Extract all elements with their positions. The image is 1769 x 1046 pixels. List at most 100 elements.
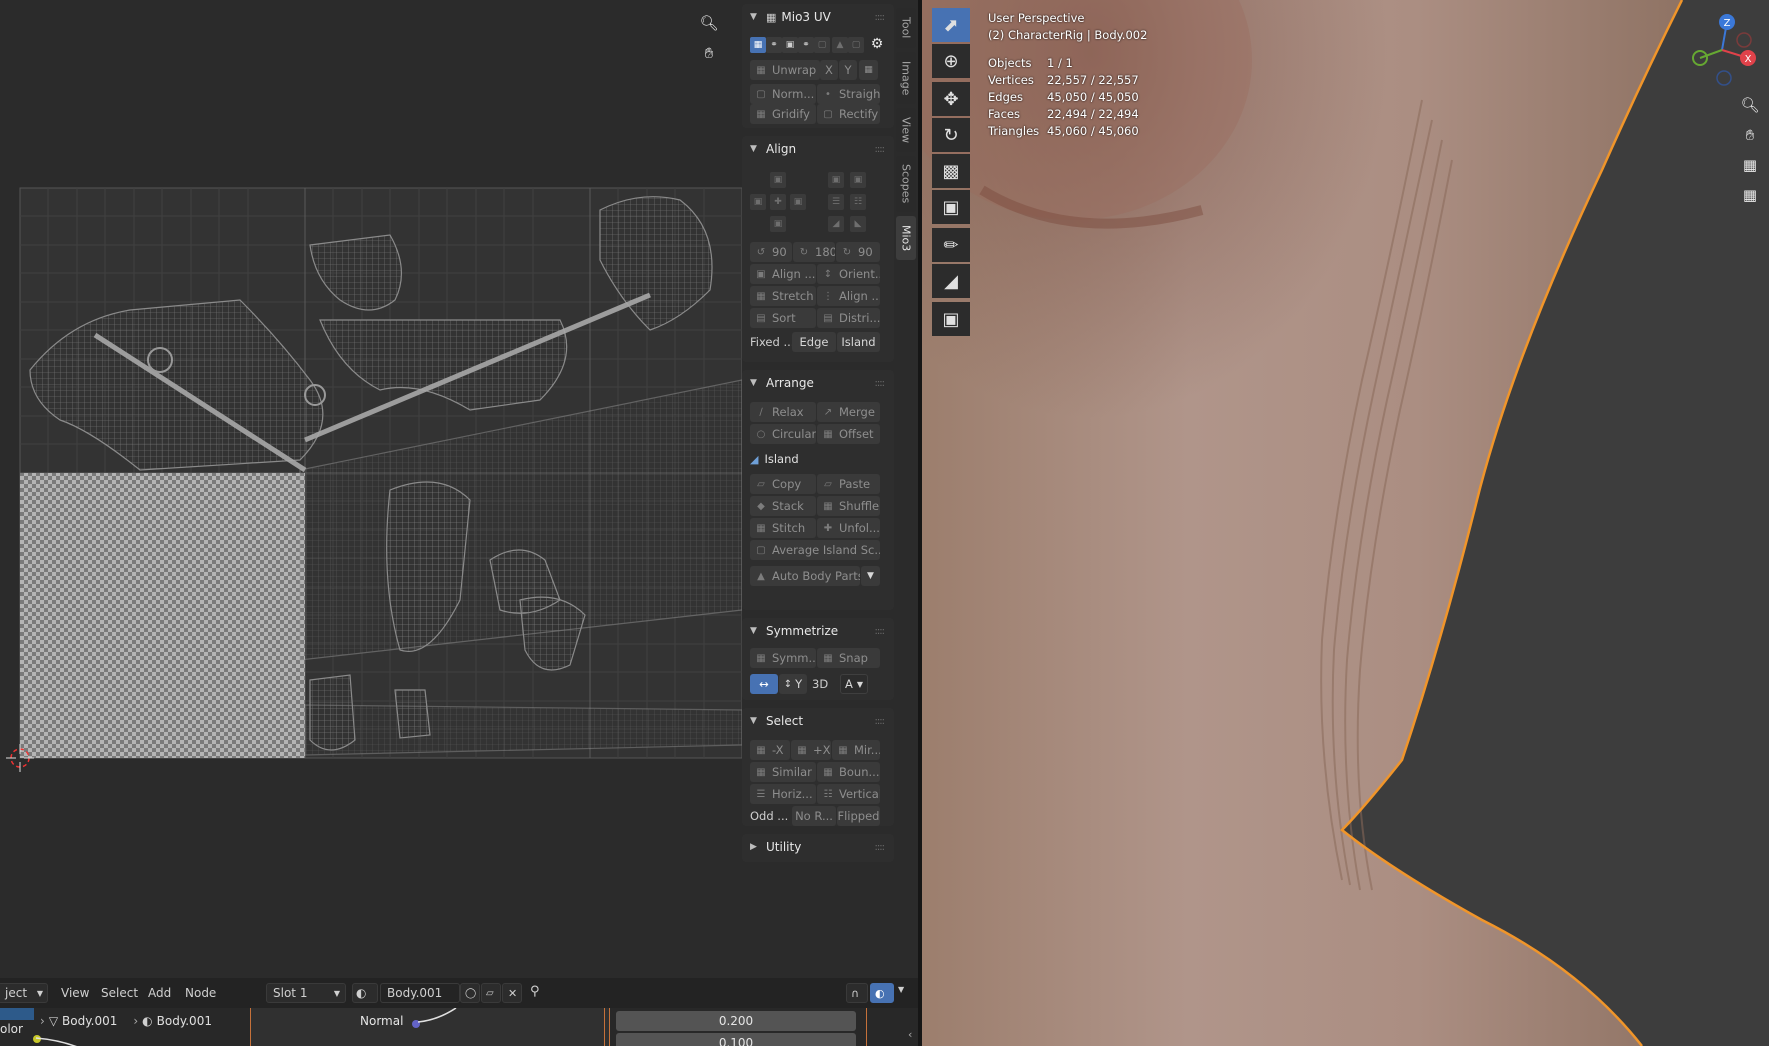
tab-tool[interactable]: Tool (896, 8, 916, 48)
align2-button[interactable]: ⋮ Align ... (817, 286, 880, 306)
paste-button[interactable]: ▱ Paste (817, 474, 880, 494)
select-no-region-button[interactable]: No R... (792, 806, 836, 826)
pin-icon[interactable]: ⚲ (530, 984, 540, 999)
unwrap-y-button[interactable]: Y (839, 60, 857, 80)
3d-viewport[interactable]: ⬈ ⊕ ✥ ↻ ▩ ▣ ✏ ◢ ▣ User Perspective (2) C… (922, 0, 1769, 1046)
select-pos-x-button[interactable]: ▦ +X (791, 740, 831, 760)
move-tool-icon[interactable]: ✥ (932, 82, 970, 116)
tab-scopes[interactable]: Scopes (896, 156, 916, 212)
align-button[interactable]: ▣ Align ... (750, 264, 816, 284)
menu-select[interactable]: Select (101, 986, 138, 1000)
symmetry-y-toggle[interactable]: ↕ Y (779, 674, 807, 694)
select-neg-x-button[interactable]: ▦ -X (750, 740, 790, 760)
copy-button[interactable]: ▱ Copy (750, 474, 816, 494)
straight-button[interactable]: •Straight (817, 84, 880, 104)
link-icon[interactable]: ⚭ (766, 37, 782, 53)
mirror-right-icon[interactable]: ◣ (850, 216, 866, 232)
uv-mode-icon[interactable]: ▢ (814, 37, 830, 53)
align-top-icon[interactable]: ▣ (770, 172, 786, 188)
snap-button[interactable]: ▦ Snap (817, 648, 880, 668)
rotate-180-button[interactable]: ↻ 180 (793, 242, 835, 262)
mirror-left-icon[interactable]: ◢ (828, 216, 844, 232)
circular-button[interactable]: ○ Circular (750, 424, 816, 444)
snap-magnet-icon[interactable]: ∩ (846, 983, 868, 1003)
unfold-button[interactable]: ✚ Unfol... (817, 518, 880, 538)
uv-canvas[interactable] (0, 0, 742, 978)
gizmo-neg-x-axis[interactable] (1736, 32, 1752, 48)
select-mirror-button[interactable]: ▦ Mir... (832, 740, 880, 760)
select-flipped-button[interactable]: Flipped (837, 806, 880, 826)
auto-body-parts-dropdown[interactable]: ▼ (861, 566, 880, 586)
duplicate-material-icon[interactable]: ▱ (481, 983, 501, 1003)
norm-button[interactable]: ▢ Norm... (750, 84, 816, 104)
select-box-tool-icon[interactable]: ⬈ (932, 8, 970, 42)
grip-icon[interactable]: :::: (875, 12, 886, 23)
breadcrumb-object[interactable]: Body.001 (62, 1014, 117, 1028)
average-island-scale-button[interactable]: ▢ Average Island Sc... (750, 540, 880, 560)
distribute-v-icon[interactable]: ▣ (828, 172, 844, 188)
grip-icon[interactable]: :::: (875, 716, 886, 727)
rotate-ccw-90-button[interactable]: ↺ 90 (750, 242, 792, 262)
panel-select-header[interactable]: ▼ Select :::: (742, 708, 894, 734)
align-center-icon[interactable]: ✚ (770, 194, 786, 210)
menu-node[interactable]: Node (185, 986, 216, 1000)
align-left-icon[interactable]: ▣ (750, 194, 766, 210)
tab-image[interactable]: Image (896, 52, 916, 104)
align-lines-v-icon[interactable]: ☷ (850, 194, 866, 210)
gizmo-neg-z-axis[interactable] (1716, 70, 1732, 86)
camera-icon[interactable]: ▦ (1737, 152, 1763, 178)
value-field-1[interactable]: 0.200 (616, 1011, 856, 1031)
panel-mio3uv-header[interactable]: ▼ ▦ Mio3 UV :::: (742, 4, 894, 30)
island-select-icon[interactable]: ▣ (782, 37, 798, 53)
align-right-icon[interactable]: ▣ (790, 194, 806, 210)
overlay-toggle-icon[interactable]: ◐ (870, 983, 894, 1003)
distribute-button[interactable]: ▤ Distri... (817, 308, 880, 328)
breadcrumb-material[interactable]: Body.001 (157, 1014, 212, 1028)
node-editor-canvas[interactable]: olor › ▽ Body.001 › ◐ Body.001 Normal 0.… (0, 1008, 918, 1046)
symmetry-axis-dropdown[interactable]: A ▼ (840, 674, 868, 694)
stack-button[interactable]: ◆ Stack (750, 496, 816, 516)
grip-icon[interactable]: :::: (875, 842, 886, 853)
chevron-left-icon[interactable]: ‹ (908, 1028, 912, 1041)
auto-body-parts-button[interactable]: ▲ Auto Body Parts (750, 566, 860, 586)
symmetry-x-toggle[interactable]: ↔ (750, 674, 778, 694)
distribute-h-icon[interactable]: ▣ (850, 172, 866, 188)
stretch-button[interactable]: ▦ Stretch (750, 286, 816, 306)
fixed-island-button[interactable]: Island (837, 332, 880, 352)
slot-dropdown[interactable]: Slot 1 ▼ (266, 983, 346, 1003)
rotate-cw-90-button[interactable]: ↻ 90 (836, 242, 880, 262)
orient-button[interactable]: ↕Orient... (817, 264, 880, 284)
rotate-tool-icon[interactable]: ↻ (932, 118, 970, 152)
zoom-in-icon[interactable]: 🔍︎ (696, 10, 722, 36)
gridify-button[interactable]: ▦ Gridify (750, 104, 816, 124)
rectify-button[interactable]: ▢ Rectify (817, 104, 880, 124)
menu-add[interactable]: Add (148, 986, 171, 1000)
grid-perspective-icon[interactable]: ▦ (1737, 182, 1763, 208)
scale-tool-icon[interactable]: ▩ (932, 154, 970, 188)
box-icon[interactable]: ▢ (848, 37, 864, 53)
object-mode-dropdown[interactable]: ject ▼ (0, 983, 48, 1003)
material-browse-button[interactable]: ◐ (352, 983, 378, 1003)
hand-pan-icon[interactable]: ✋︎ (1737, 122, 1763, 148)
stitch-button[interactable]: ▦ Stitch (750, 518, 816, 538)
panel-align-header[interactable]: ▼ Align :::: (742, 136, 894, 162)
align-bottom-icon[interactable]: ▣ (770, 216, 786, 232)
seam-icon[interactable]: ⚭ (798, 37, 814, 53)
transform-tool-icon[interactable]: ▣ (932, 190, 970, 224)
grip-icon[interactable]: :::: (875, 378, 886, 389)
shuffle-button[interactable]: ▦ Shuffle (817, 496, 880, 516)
pin-icon[interactable]: ▲ (832, 37, 848, 53)
gear-icon[interactable]: ⚙ (868, 36, 886, 54)
grip-icon[interactable]: :::: (875, 144, 886, 155)
cursor-tool-icon[interactable]: ⊕ (932, 44, 970, 78)
tab-view[interactable]: View (896, 108, 916, 152)
align-lines-h-icon[interactable]: ☰ (828, 194, 844, 210)
add-cube-tool-icon[interactable]: ▣ (932, 302, 970, 336)
offset-button[interactable]: ▦ Offset (817, 424, 880, 444)
measure-tool-icon[interactable]: ◢ (932, 264, 970, 298)
menu-view[interactable]: View (61, 986, 89, 1000)
unlink-x-icon[interactable]: ✕ (502, 983, 522, 1003)
unwrap-x-button[interactable]: X (820, 60, 838, 80)
zoom-in-icon[interactable]: 🔍︎ (1737, 92, 1763, 118)
hand-pan-icon[interactable]: ✋︎ (696, 40, 722, 66)
